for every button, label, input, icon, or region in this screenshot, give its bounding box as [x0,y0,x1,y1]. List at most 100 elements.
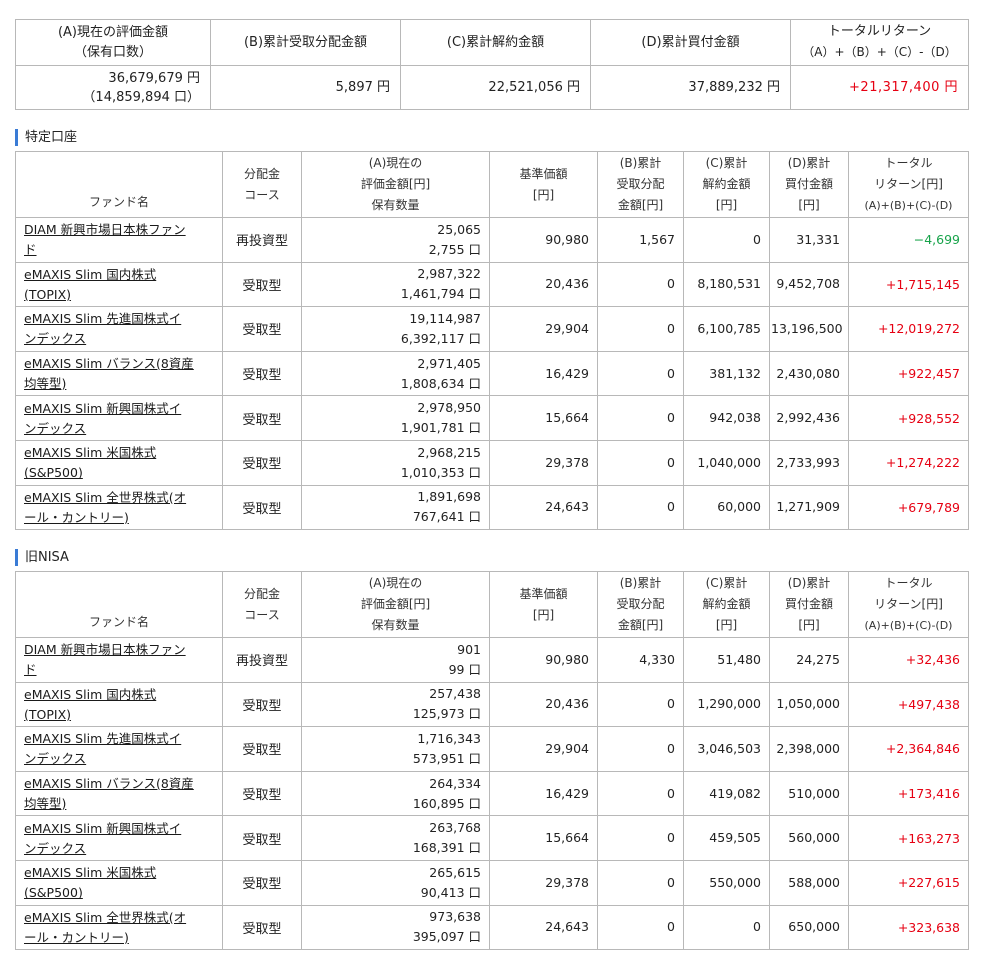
fund-name-cell: DIAM 新興市場日本株ファンド [15,217,223,263]
valuation-cell: 264,334 160,895 口 [301,770,490,817]
fund-name-line2[interactable]: 均等型) [24,376,66,391]
fund-name-line1[interactable]: eMAXIS Slim バランス(8資産 [24,776,194,791]
fund-name-line2[interactable]: (TOPIX) [24,707,71,722]
col-sell: (C)累計 解約金額 [円] [683,151,770,218]
fund-row: eMAXIS Slim 全世界株式(オ ール・カントリー) 受取型 973,638 39… [15,904,969,951]
fund-name-link[interactable]: eMAXIS Slim 新興国株式イ ンデックス [24,401,181,436]
total-return: +12,019,272 [848,306,969,352]
fund-name-line1[interactable]: eMAXIS Slim 新興国株式イ [24,821,181,836]
sell-total: 459,505 [683,815,770,861]
fund-name-line1[interactable]: eMAXIS Slim 先進国株式イ [24,311,181,326]
holding-units: 168,391 口 [412,840,481,856]
fund-name-link[interactable]: eMAXIS Slim バランス(8資産 均等型) [24,776,194,811]
fund-row: eMAXIS Slim バランス(8資産 均等型) 受取型 264,334 160,89… [15,770,969,817]
summary-header-b: (B)累計受取分配金額 [210,19,401,66]
sell-total: 1,290,000 [683,681,770,728]
valuation-cell: 2,968,215 1,010,353 口 [301,439,490,486]
distribution-total: 0 [597,306,684,352]
fund-name-line2[interactable]: (S&P500) [24,465,83,480]
col-return-line: (A)+(B)+(C)-(D) [864,199,953,212]
valuation-amount: 2,987,322 [417,266,481,282]
summary-value-c: 22,521,056 円 [400,65,591,110]
fund-name-line1[interactable]: DIAM 新興市場日本株ファン [24,642,186,657]
fund-name-link[interactable]: DIAM 新興市場日本株ファンド [24,222,186,257]
fund-name-line2[interactable]: ンデックス [24,331,86,346]
fund-name-line2[interactable]: (S&P500) [24,885,83,900]
col-course: 分配金 コース [222,571,302,638]
total-return: −4,699 [848,217,969,263]
fund-name-line2[interactable]: ール・カントリー) [24,930,129,945]
fund-name-line1[interactable]: DIAM 新興市場日本株ファン [24,222,186,237]
distribution-total: 0 [597,484,684,531]
col-nav: 基準価額 [円] [489,571,598,638]
fund-name-cell: eMAXIS Slim 新興国株式イ ンデックス [15,395,223,441]
summary-table: (A)現在の評価金額 （保有口数） (B)累計受取分配金額 (C)累計解約金額 (… [15,19,969,110]
summary-value-total: +21,317,400 円 [790,65,969,110]
fund-name-line1[interactable]: eMAXIS Slim 米国株式 [24,865,156,880]
valuation-cell: 19,114,987 6,392,117 口 [301,306,490,352]
sell-total: 51,480 [683,637,770,683]
fund-name-link[interactable]: eMAXIS Slim 国内株式 (TOPIX) [24,687,156,722]
col-nav-line: [円] [532,187,555,202]
valuation-amount: 2,968,215 [417,444,481,460]
buy-total: 1,050,000 [769,681,849,728]
fund-row: eMAXIS Slim 米国株式 (S&P500) 受取型 265,615 90,413… [15,859,969,906]
col-buy-line: (D)累計 [787,576,831,590]
col-distribution-line: 受取分配 [616,597,665,611]
valuation-amount: 2,978,950 [417,400,481,416]
fund-name-line2[interactable]: 均等型) [24,796,66,811]
distribution-course: 受取型 [222,439,302,486]
fund-name-line1[interactable]: eMAXIS Slim 国内株式 [24,267,156,282]
fund-name-line2[interactable]: ンデックス [24,841,86,856]
fund-name-link[interactable]: eMAXIS Slim 新興国株式イ ンデックス [24,821,181,856]
fund-name-link[interactable]: eMAXIS Slim 先進国株式イ ンデックス [24,311,181,346]
fund-name-cell: eMAXIS Slim バランス(8資産 均等型) [15,770,223,817]
fund-name-link[interactable]: eMAXIS Slim 先進国株式イ ンデックス [24,731,181,766]
distribution-course: 再投資型 [222,217,302,263]
fund-name-line1[interactable]: eMAXIS Slim 全世界株式(オ [24,490,186,505]
fund-name-line1[interactable]: eMAXIS Slim 全世界株式(オ [24,910,186,925]
buy-total: 588,000 [769,859,849,906]
summary-a-amount: 36,679,679 円 [108,70,200,86]
fund-name-line2[interactable]: ンデックス [24,751,86,766]
col-distribution: (B)累計 受取分配 金額[円] [597,151,684,218]
distribution-total: 1,567 [597,217,684,263]
col-nav-line: 基準価額 [519,586,568,601]
distribution-course: 受取型 [222,681,302,728]
fund-name-line1[interactable]: eMAXIS Slim 新興国株式イ [24,401,181,416]
fund-name-cell: eMAXIS Slim 全世界株式(オ ール・カントリー) [15,904,223,951]
col-valuation-line: 保有数量 [371,618,420,632]
fund-name-line1[interactable]: eMAXIS Slim 米国株式 [24,445,156,460]
sell-total: 3,046,503 [683,726,770,772]
fund-name-line2[interactable]: ール・カントリー) [24,510,129,525]
fund-name-line2[interactable]: ド [24,242,37,257]
fund-name-link[interactable]: eMAXIS Slim 全世界株式(オ ール・カントリー) [24,910,186,945]
distribution-course: 受取型 [222,395,302,441]
fund-name-link[interactable]: eMAXIS Slim 国内株式 (TOPIX) [24,267,156,302]
fund-row: eMAXIS Slim 新興国株式イ ンデックス 受取型 263,768 168,391… [15,815,969,861]
distribution-total: 0 [597,261,684,308]
fund-name-link[interactable]: DIAM 新興市場日本株ファンド [24,642,186,677]
fund-name-line2[interactable]: (TOPIX) [24,287,71,302]
valuation-amount: 1,891,698 [417,489,481,505]
fund-name-line1[interactable]: eMAXIS Slim 先進国株式イ [24,731,181,746]
fund-name-link[interactable]: eMAXIS Slim 米国株式 (S&P500) [24,445,156,480]
fund-name-line1[interactable]: eMAXIS Slim 国内株式 [24,687,156,702]
summary-header-total: トータルリターン （A）+（B）+（C）-（D） [790,19,969,66]
fund-name-line2[interactable]: ンデックス [24,421,86,436]
col-buy: (D)累計 買付金額 [円] [769,151,849,218]
fund-name-line2[interactable]: ド [24,662,37,677]
fund-name-line1[interactable]: eMAXIS Slim バランス(8資産 [24,356,194,371]
holding-units: 125,973 口 [412,706,481,722]
fund-name-link[interactable]: eMAXIS Slim 米国株式 (S&P500) [24,865,156,900]
col-nav-line: [円] [532,607,555,622]
holding-units: 2,755 口 [428,241,481,257]
fund-name-link[interactable]: eMAXIS Slim バランス(8資産 均等型) [24,356,194,391]
fund-name-link[interactable]: eMAXIS Slim 全世界株式(オ ール・カントリー) [24,490,186,525]
valuation-cell: 257,438 125,973 口 [301,681,490,728]
distribution-course: 再投資型 [222,637,302,683]
nav-value: 16,429 [489,770,598,817]
valuation-amount: 264,334 [429,775,481,791]
fund-row: DIAM 新興市場日本株ファンド 再投資型 25,065 2,755 口 90,980 1… [15,217,969,263]
col-sell: (C)累計 解約金額 [円] [683,571,770,638]
